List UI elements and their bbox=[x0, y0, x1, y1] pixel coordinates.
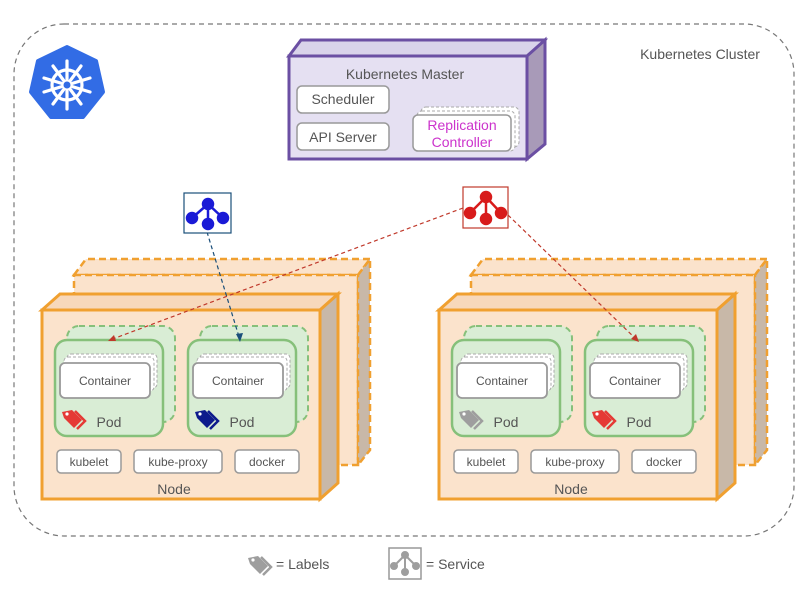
svg-text:Scheduler: Scheduler bbox=[311, 91, 374, 107]
pod[interactable]: Container Pod bbox=[583, 325, 706, 438]
container[interactable]: Container bbox=[456, 362, 548, 399]
pod[interactable]: Container Pod bbox=[450, 325, 573, 438]
kubernetes-architecture-diagram: Kubernetes Cluster Kubernetes Master Sch… bbox=[13, 23, 795, 580]
agent-kubelet[interactable]: kubelet bbox=[453, 449, 519, 474]
svg-text:API Server: API Server bbox=[309, 129, 377, 145]
replication-controller-component[interactable]: Replication Controller bbox=[412, 106, 520, 152]
svg-text:Container: Container bbox=[609, 374, 661, 388]
blue-service-icon[interactable] bbox=[183, 192, 232, 234]
legend-labels-icon bbox=[248, 556, 273, 576]
pod-label: Pod bbox=[230, 414, 255, 430]
agent-docker[interactable]: docker bbox=[631, 449, 697, 474]
svg-text:Container: Container bbox=[476, 374, 528, 388]
node-2: Node Container Pod Container Pod kubelet kube-… bbox=[435, 255, 770, 503]
legend: = Labels = Service bbox=[248, 547, 485, 580]
svg-text:Container: Container bbox=[79, 374, 131, 388]
pod-label: Pod bbox=[627, 414, 652, 430]
svg-text:kube-proxy: kube-proxy bbox=[545, 455, 604, 469]
kubernetes-master: Kubernetes Master Scheduler API Server R… bbox=[286, 36, 548, 163]
svg-text:kubelet: kubelet bbox=[70, 455, 109, 469]
svg-text:kubelet: kubelet bbox=[467, 455, 506, 469]
api-server-component[interactable]: API Server bbox=[296, 122, 390, 151]
svg-text:Container: Container bbox=[212, 374, 264, 388]
agent-kube-proxy[interactable]: kube-proxy bbox=[530, 449, 620, 474]
container[interactable]: Container bbox=[192, 362, 284, 399]
pod-label: Pod bbox=[97, 414, 122, 430]
scheduler-component[interactable]: Scheduler bbox=[296, 85, 390, 114]
legend-labels-text: = Labels bbox=[276, 556, 329, 572]
svg-text:Controller: Controller bbox=[432, 134, 493, 150]
agent-docker[interactable]: docker bbox=[234, 449, 300, 474]
svg-text:Replication: Replication bbox=[427, 117, 496, 133]
svg-text:kube-proxy: kube-proxy bbox=[148, 455, 207, 469]
container[interactable]: Container bbox=[59, 362, 151, 399]
cluster-label: Kubernetes Cluster bbox=[640, 46, 760, 62]
agent-kubelet[interactable]: kubelet bbox=[56, 449, 122, 474]
pod-label: Pod bbox=[494, 414, 519, 430]
kubernetes-logo-icon bbox=[29, 45, 105, 119]
node-label: Node bbox=[157, 481, 191, 497]
svg-text:docker: docker bbox=[249, 455, 285, 469]
svg-text:docker: docker bbox=[646, 455, 682, 469]
node-1: Node Container Pod Container Pod kubelet kube-… bbox=[38, 255, 373, 503]
master-title: Kubernetes Master bbox=[346, 66, 465, 82]
node-label: Node bbox=[554, 481, 588, 497]
red-service-icon[interactable] bbox=[462, 186, 509, 229]
pod[interactable]: Container Pod bbox=[186, 325, 309, 438]
legend-service-text: = Service bbox=[426, 556, 485, 572]
container[interactable]: Container bbox=[589, 362, 681, 399]
agent-kube-proxy[interactable]: kube-proxy bbox=[133, 449, 223, 474]
legend-service-icon bbox=[388, 547, 422, 580]
pod[interactable]: Container Pod bbox=[53, 325, 176, 438]
